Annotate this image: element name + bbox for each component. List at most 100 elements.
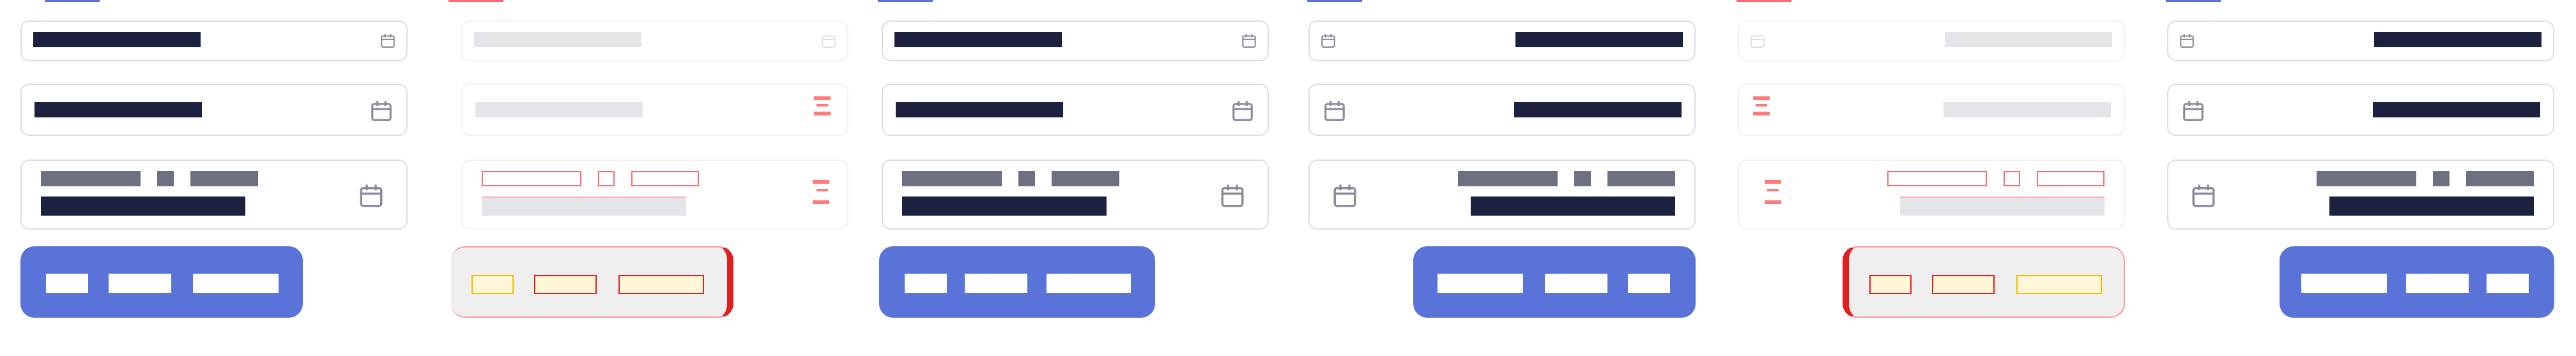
calendar-icon[interactable]: [1241, 33, 1257, 49]
label-bar: [1887, 171, 1987, 186]
label-bar: [1574, 171, 1591, 186]
date-field-medium: [1738, 84, 2125, 136]
date-value-bar: [2374, 32, 2542, 47]
date-value-bar: [33, 32, 201, 47]
error-mark: [1753, 96, 1770, 100]
panel-ltr-enabled-2: [859, 0, 1288, 356]
date-value-bar: [896, 102, 1063, 117]
tab-indicator: [1307, 0, 1362, 2]
primary-button[interactable]: [1413, 246, 1696, 318]
label-bar: [2037, 171, 2104, 186]
panel-ltr-disabled: [429, 0, 859, 356]
date-field-small[interactable]: [882, 20, 1269, 61]
primary-button-disabled: [451, 246, 733, 318]
date-value-bar: [1514, 102, 1682, 117]
error-mark: [1756, 104, 1767, 107]
date-value-bar: [1900, 197, 2104, 216]
label-bar: [2004, 171, 2020, 186]
date-value-bar: [1943, 102, 2111, 117]
button-label-bar: [2487, 274, 2529, 293]
label-bar: [631, 171, 699, 186]
label-bar: [157, 171, 174, 186]
calendar-icon[interactable]: [379, 33, 396, 49]
primary-button-disabled: [1843, 246, 2125, 318]
label-bar: [190, 171, 258, 186]
calendar-icon[interactable]: [2179, 33, 2195, 49]
button-label-bar: [193, 274, 279, 293]
tab-indicator: [448, 0, 503, 2]
date-field-labeled[interactable]: [882, 159, 1269, 230]
button-label-bar: [1628, 274, 1670, 293]
button-label-bar: [534, 275, 597, 294]
primary-button[interactable]: [879, 246, 1155, 318]
calendar-icon[interactable]: [1230, 99, 1255, 123]
date-value-bar: [1515, 32, 1683, 47]
tab-indicator: [2166, 0, 2221, 2]
panel-rtl-enabled-2: [2147, 0, 2576, 356]
date-value-bar: [2373, 102, 2540, 117]
date-field-medium: [461, 84, 848, 136]
button-label-bar: [109, 274, 171, 293]
date-field-small[interactable]: [2167, 20, 2554, 61]
primary-button[interactable]: [2280, 246, 2554, 318]
tab-indicator: [878, 0, 933, 2]
date-field-small: [461, 20, 848, 61]
date-value-bar: [1945, 32, 2112, 47]
label-bar: [482, 171, 581, 186]
date-value-bar: [475, 102, 643, 117]
date-value-bar: [41, 197, 245, 216]
calendar-icon[interactable]: [2181, 99, 2205, 123]
button-label-bar: [1545, 274, 1607, 293]
button-label-bar: [618, 275, 704, 294]
calendar-icon[interactable]: [1331, 182, 1358, 209]
tab-indicator: [45, 0, 100, 2]
date-field-labeled: [461, 159, 848, 230]
button-label-bar: [2301, 274, 2387, 293]
date-field-medium[interactable]: [2167, 84, 2554, 136]
date-field-medium[interactable]: [20, 84, 408, 136]
label-bar: [2433, 171, 2450, 186]
label-bar: [2466, 171, 2534, 186]
error-mark: [816, 104, 828, 107]
calendar-icon[interactable]: [358, 182, 385, 209]
calendar-icon[interactable]: [1219, 182, 1246, 209]
error-mark: [1767, 189, 1779, 191]
error-mark: [1753, 112, 1770, 115]
date-value-bar: [482, 197, 686, 216]
error-mark: [813, 180, 829, 184]
calendar-icon[interactable]: [369, 99, 394, 123]
button-label-bar: [1438, 274, 1523, 293]
button-label-bar: [2406, 274, 2469, 293]
error-mark: [814, 112, 831, 115]
date-field-labeled[interactable]: [2167, 159, 2554, 230]
primary-button[interactable]: [20, 246, 303, 318]
label-bar: [1018, 171, 1035, 186]
panel-ltr-enabled: [0, 0, 429, 356]
date-field-labeled[interactable]: [20, 159, 408, 230]
label-bar: [2317, 171, 2416, 186]
button-label-bar: [46, 274, 88, 293]
calendar-icon[interactable]: [1322, 99, 1347, 123]
date-value-bar: [902, 197, 1107, 216]
label-bar: [902, 171, 1002, 186]
button-label-bar: [1046, 274, 1131, 293]
error-mark: [1765, 180, 1781, 184]
date-field-medium[interactable]: [1308, 84, 1696, 136]
date-field-labeled: [1738, 159, 2125, 230]
date-field-small[interactable]: [1308, 20, 1696, 61]
date-field-labeled[interactable]: [1308, 159, 1696, 230]
calendar-icon[interactable]: [2190, 182, 2217, 209]
date-value-bar: [894, 32, 1062, 47]
button-label-bar: [2016, 275, 2102, 294]
date-field-medium[interactable]: [882, 84, 1269, 136]
calendar-icon[interactable]: [1320, 33, 1337, 49]
date-field-small: [1738, 20, 2125, 61]
panel-rtl-disabled: [1717, 0, 2147, 356]
date-field-small[interactable]: [20, 20, 408, 61]
date-value-bar: [474, 32, 641, 47]
error-mark: [814, 96, 831, 100]
label-bar: [41, 171, 141, 186]
tab-indicator: [1736, 0, 1791, 2]
button-label-bar: [471, 275, 514, 294]
label-bar: [598, 171, 615, 186]
